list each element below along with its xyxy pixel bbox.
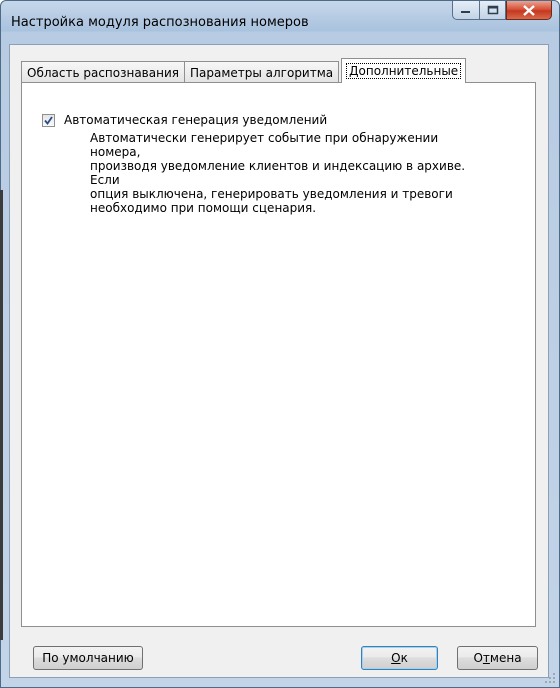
resize-grip-icon[interactable] (544, 672, 556, 684)
tab-recognition-area[interactable]: Область распознавания (21, 61, 185, 83)
defaults-button-label: По умолчанию (42, 651, 134, 665)
tab-recognition-area-label: Область распознавания (27, 65, 179, 80)
tab-additional[interactable]: Дополнительные (341, 58, 467, 83)
minimize-button[interactable] (452, 1, 479, 20)
cancel-label-prefix: О (473, 651, 483, 665)
window-title: Настройка модуля распознования номеров (11, 15, 309, 30)
maximize-icon (487, 5, 498, 15)
tab-algorithm-params[interactable]: Параметры алгоритма (183, 61, 340, 83)
tab-strip: Область распознавания Параметры алгоритм… (21, 58, 467, 83)
checkmark-icon (44, 115, 53, 125)
window-edge-shadow (0, 190, 3, 640)
tab-additional-label: Дополнительные (346, 63, 462, 79)
description-line: Автоматически генерирует событие при обн… (90, 131, 439, 159)
ok-button[interactable]: Ок (361, 646, 438, 670)
close-button[interactable] (506, 1, 552, 20)
tab-algorithm-params-label: Параметры алгоритма (189, 65, 334, 80)
auto-notifications-description: Автоматически генерирует событие при обн… (90, 131, 490, 215)
cancel-button[interactable]: Отмена (457, 646, 538, 670)
auto-notifications-checkbox[interactable] (42, 113, 55, 127)
tab-panel-additional: Автоматическая генерация уведомлений Авт… (21, 82, 536, 627)
defaults-button[interactable]: По умолчанию (33, 646, 143, 670)
description-line: необходимо при помощи сценария. (90, 201, 317, 215)
maximize-button[interactable] (479, 1, 506, 20)
title-bar[interactable]: Настройка модуля распознования номеров (1, 1, 559, 45)
description-line: производя уведомление клиентов и индекса… (90, 159, 466, 187)
cancel-label-rest: мена (489, 651, 522, 665)
ok-label-mnemonic: О (391, 651, 401, 665)
auto-notifications-option[interactable]: Автоматическая генерация уведомлений (42, 113, 327, 127)
auto-notifications-label: Автоматическая генерация уведомлений (64, 113, 328, 127)
cancel-label-mnemonic: т (482, 651, 490, 665)
cancel-button-label: Отмена (473, 651, 521, 665)
ok-button-label: Ок (391, 651, 408, 665)
description-line: опция выключена, генерировать уведомлени… (90, 187, 453, 201)
ok-label-rest: к (400, 651, 408, 665)
close-icon (523, 4, 535, 16)
caption-buttons (452, 1, 552, 21)
minimize-icon (461, 11, 470, 13)
